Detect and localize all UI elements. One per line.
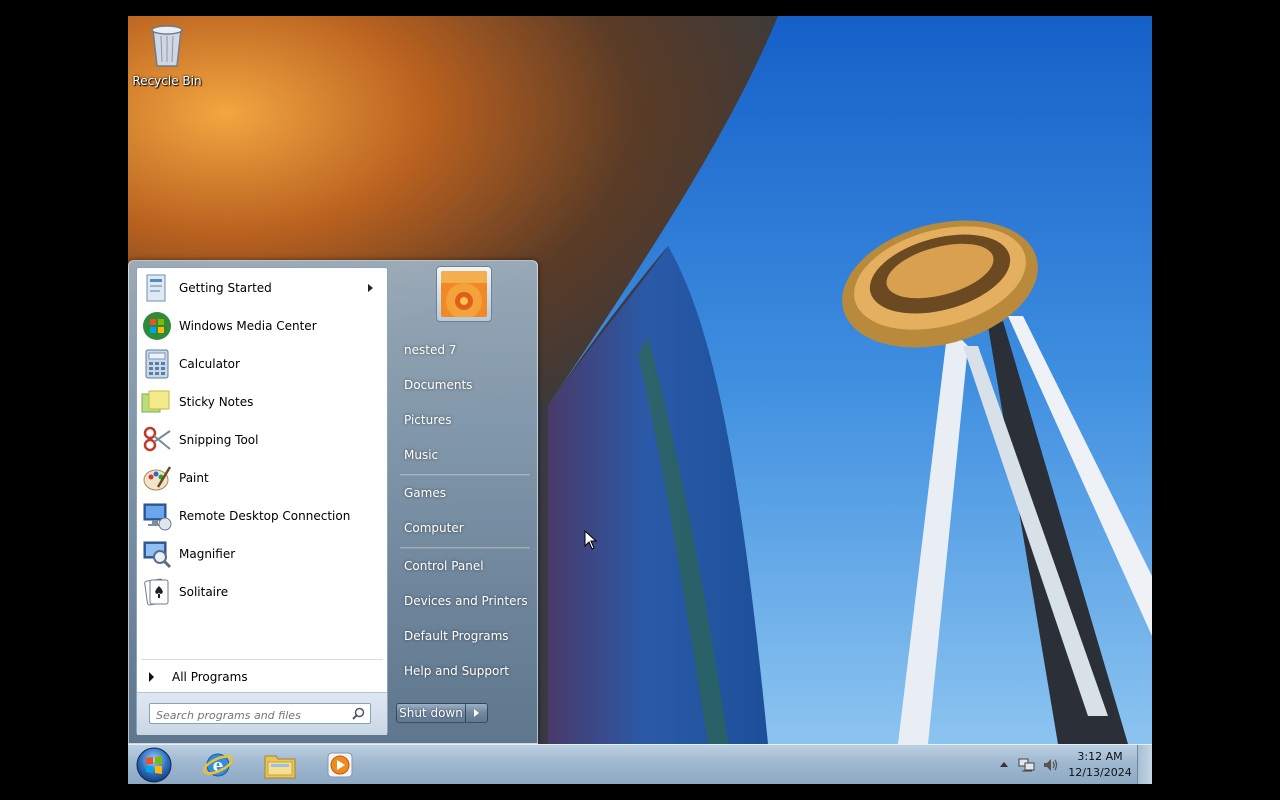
taskbar-media-player[interactable] [312, 748, 368, 782]
program-label: Snipping Tool [179, 433, 259, 447]
search-icon[interactable] [352, 707, 365, 720]
all-programs-separator [141, 659, 383, 660]
internet-explorer-icon: e [202, 753, 234, 777]
mouse-cursor-icon [584, 530, 598, 550]
link-help-and-support[interactable]: Help and Support [396, 657, 532, 685]
link-documents[interactable]: Documents [396, 371, 532, 399]
desktop-screen: Recycle Bin Getting Started Windows Medi… [128, 16, 1152, 784]
places-separator [400, 474, 530, 476]
volume-icon[interactable] [1042, 757, 1060, 773]
link-devices-and-printers[interactable]: Devices and Printers [396, 587, 532, 615]
paint-icon [141, 462, 173, 494]
link-pictures[interactable]: Pictures [396, 406, 532, 434]
start-menu: Getting Started Windows Media Center Cal… [128, 260, 538, 744]
desktop-icon-recycle-bin[interactable]: Recycle Bin [132, 22, 202, 88]
program-solitaire[interactable]: Solitaire [141, 574, 383, 610]
program-getting-started[interactable]: Getting Started [141, 270, 383, 306]
shutdown-button[interactable]: Shut down [396, 703, 466, 723]
chevron-right-icon [474, 709, 479, 717]
program-calculator[interactable]: Calculator [141, 346, 383, 382]
search-box[interactable] [149, 703, 371, 724]
places-separator [400, 547, 530, 549]
all-programs-button[interactable]: All Programs [141, 664, 383, 690]
program-snipping-tool[interactable]: Snipping Tool [141, 422, 383, 458]
submenu-arrow-icon[interactable] [368, 284, 373, 292]
taskbar-windows-explorer[interactable] [252, 748, 308, 782]
clock[interactable]: 3:12 AM 12/13/2024 [1068, 749, 1132, 781]
program-label: Windows Media Center [179, 319, 317, 333]
program-paint[interactable]: Paint [141, 460, 383, 496]
desktop-icon-label: Recycle Bin [132, 74, 202, 88]
taskbar: e 3:12 AM 12/13/2024 [128, 744, 1152, 784]
windows-explorer-icon [264, 755, 296, 779]
link-user-folder[interactable]: nested 7 [396, 336, 532, 364]
taskbar-internet-explorer[interactable]: e [190, 748, 246, 782]
sticky-notes-icon [141, 386, 173, 418]
getting-started-icon [141, 272, 173, 304]
solitaire-icon [141, 576, 173, 608]
clock-time: 3:12 AM [1077, 750, 1123, 763]
program-label: Calculator [179, 357, 240, 371]
remote-desktop-icon [141, 500, 173, 532]
program-magnifier[interactable]: Magnifier [141, 536, 383, 572]
program-label: Getting Started [179, 281, 272, 295]
link-default-programs[interactable]: Default Programs [396, 622, 532, 650]
program-label: Paint [179, 471, 209, 485]
media-player-icon [327, 752, 353, 778]
link-computer[interactable]: Computer [396, 514, 532, 542]
magnifier-icon [141, 538, 173, 570]
windows-media-center-icon [141, 310, 173, 342]
recycle-bin-icon [151, 25, 183, 67]
show-desktop-button[interactable] [1137, 745, 1152, 784]
program-sticky-notes[interactable]: Sticky Notes [141, 384, 383, 420]
chevron-right-icon [149, 672, 154, 682]
network-icon[interactable] [1018, 757, 1036, 773]
program-windows-media-center[interactable]: Windows Media Center [141, 308, 383, 344]
start-menu-places-pane: nested 7 Documents Pictures Music Games … [390, 261, 537, 743]
clock-date: 12/13/2024 [1068, 766, 1132, 779]
program-label: Remote Desktop Connection [179, 509, 351, 523]
all-programs-label: All Programs [172, 670, 248, 684]
shutdown-options-button[interactable] [466, 703, 488, 723]
shutdown-group: Shut down [396, 703, 488, 723]
link-games[interactable]: Games [396, 479, 532, 507]
link-control-panel[interactable]: Control Panel [396, 552, 532, 580]
program-label: Solitaire [179, 585, 229, 599]
show-hidden-icons-icon[interactable] [1000, 762, 1008, 767]
calculator-icon [141, 348, 173, 380]
flower-avatar-icon [441, 271, 487, 317]
start-menu-programs-pane: Getting Started Windows Media Center Cal… [136, 267, 388, 735]
link-music[interactable]: Music [396, 441, 532, 469]
snipping-tool-icon [141, 424, 173, 456]
start-button[interactable] [134, 746, 174, 784]
search-input[interactable] [156, 707, 344, 724]
program-label: Sticky Notes [179, 395, 254, 409]
search-area [137, 692, 387, 735]
program-label: Magnifier [179, 547, 236, 561]
program-remote-desktop-connection[interactable]: Remote Desktop Connection [141, 498, 383, 534]
user-account-picture[interactable] [436, 266, 492, 322]
